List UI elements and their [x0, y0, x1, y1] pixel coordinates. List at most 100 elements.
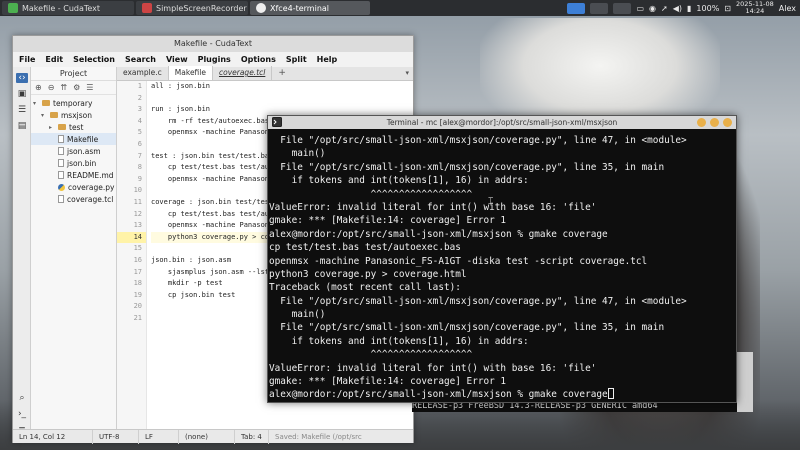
workspace-2-button[interactable] — [590, 2, 609, 14]
tree-item[interactable]: json.bin — [31, 157, 116, 169]
code-line[interactable] — [151, 93, 413, 105]
line-number: 7 — [137, 151, 142, 160]
task-cudatext[interactable]: Makefile - CudaText — [2, 1, 134, 15]
terminal-output[interactable]: File "/opt/src/small-json-xml/msxjson/co… — [268, 129, 736, 402]
battery-icon[interactable]: ▮ — [687, 4, 691, 13]
menu-bar: File Edit Selection Search View Plugins … — [13, 52, 413, 67]
terminal-line: main() — [269, 148, 326, 160]
updates-icon[interactable]: ⊡ — [724, 4, 731, 13]
file-icon — [58, 195, 64, 203]
status-lexer[interactable]: (none) — [179, 429, 235, 444]
tree-item[interactable]: README.md — [31, 169, 116, 181]
tab-example-c[interactable]: example.c — [117, 66, 169, 80]
tree-item[interactable]: json.asm — [31, 145, 116, 157]
tree-item[interactable]: ▾ temporary — [31, 97, 116, 109]
project-panel: Project ⊕ ⊖ ⇈ ⚙ ☰ ▾ temporary ▾ msxjson … — [31, 67, 117, 431]
menu-selection[interactable]: Selection — [73, 55, 115, 64]
tree-item-label: coverage.tcl — [67, 194, 114, 204]
line-number: 11 — [133, 197, 142, 206]
folder-icon[interactable]: ▤ — [16, 121, 28, 131]
project-icon[interactable]: ▣ — [16, 89, 28, 99]
line-number: 16 — [133, 255, 142, 264]
console-icon[interactable]: ›_ — [16, 409, 28, 419]
tab-label: example.c — [123, 68, 162, 77]
file-icon — [58, 147, 64, 155]
line-number: 9 — [137, 174, 142, 183]
menu-edit[interactable]: Edit — [45, 55, 63, 64]
line-number: 21 — [133, 313, 142, 322]
terminal-title: Terminal - mc [alex@mordor]:/opt/src/sma… — [386, 118, 618, 127]
tree-item[interactable]: ▸ test — [31, 121, 116, 133]
new-tab-button[interactable]: + — [278, 67, 286, 80]
tab-coverage-tcl[interactable]: coverage.tcl — [213, 66, 273, 80]
chevron-right-icon[interactable]: ▸ — [49, 124, 55, 131]
python-file-icon — [58, 183, 65, 191]
tree-item[interactable]: coverage.tcl — [31, 193, 116, 205]
menu-help[interactable]: Help — [317, 55, 338, 64]
chevron-down-icon[interactable]: ▾ — [33, 100, 39, 107]
menu-icon[interactable]: ☰ — [86, 83, 93, 92]
line-number: 20 — [133, 302, 142, 311]
add-file-icon[interactable]: ⊕ — [35, 83, 42, 92]
remove-icon[interactable]: ⊖ — [48, 83, 55, 92]
folder-icon — [42, 100, 50, 106]
menu-search[interactable]: Search — [125, 55, 156, 64]
mouse-cursor-icon: ⌶ — [488, 197, 494, 207]
terminal-line: gmake: *** [Makefile:14: coverage] Error… — [269, 215, 507, 227]
terminal-line: ^^^^^^^^^^^^^^^^^^ — [269, 188, 473, 200]
tree-item-label: test — [69, 122, 84, 132]
chevron-down-icon[interactable]: ▾ — [41, 112, 47, 119]
tree-item-label: json.bin — [67, 158, 97, 168]
menu-split[interactable]: Split — [286, 55, 307, 64]
menu-view[interactable]: View — [166, 55, 188, 64]
project-tree: ▾ temporary ▾ msxjson ▸ test Makefile js… — [31, 95, 116, 205]
search-icon[interactable]: ⌕ — [16, 393, 28, 403]
workspace-3-button[interactable] — [613, 2, 632, 14]
code-line[interactable]: all : json.bin — [151, 81, 413, 93]
collapse-icon[interactable]: ⇈ — [60, 83, 67, 92]
camera-icon[interactable]: ◉ — [649, 4, 656, 13]
tree-item[interactable]: Makefile — [31, 133, 116, 145]
tree-item-label: Makefile — [67, 134, 99, 144]
tree-item[interactable]: coverage.py — [31, 181, 116, 193]
menu-file[interactable]: File — [19, 55, 35, 64]
menu-plugins[interactable]: Plugins — [198, 55, 231, 64]
notification-icon[interactable]: ➚ — [661, 4, 668, 13]
status-tab-size[interactable]: Tab: 4 — [235, 429, 269, 444]
minimize-button[interactable] — [697, 118, 706, 127]
line-number: 17 — [133, 267, 142, 276]
tabs-menu-icon[interactable]: ▾ — [405, 67, 409, 80]
clock[interactable]: 2025-11-08 14:24 — [736, 1, 774, 15]
tree-item-label: coverage.py — [68, 182, 115, 192]
line-gutter: 1 2 3 4 5 6 7 8 9 10 11 12 13 14 15 16 17 18 19 20 21 — [117, 81, 147, 431]
status-encoding[interactable]: UTF-8 — [93, 429, 139, 444]
workspace-1-button[interactable] — [567, 2, 586, 14]
task-label: Xfce4-terminal — [270, 3, 330, 13]
folder-icon — [50, 112, 58, 118]
tabs-list-icon[interactable]: ☰ — [16, 105, 28, 115]
tree-item[interactable]: ▾ msxjson — [31, 109, 116, 121]
settings-icon[interactable]: ⚙ — [73, 83, 80, 92]
mc-window-edge — [737, 352, 753, 412]
user-menu[interactable]: Alex — [779, 4, 796, 13]
task-screenrecorder[interactable]: SimpleScreenRecorder — [136, 1, 248, 15]
code-tree-icon[interactable]: ‹› — [16, 73, 28, 83]
maximize-button[interactable] — [710, 118, 719, 127]
terminal-app-icon — [272, 117, 282, 127]
status-line-ending[interactable]: LF — [139, 429, 179, 444]
task-terminal[interactable]: Xfce4-terminal — [250, 1, 370, 15]
line-number: 8 — [137, 163, 142, 172]
menu-options[interactable]: Options — [241, 55, 276, 64]
line-number: 19 — [133, 290, 142, 299]
terminal-line: alex@mordor:/opt/src/small-json-xml/msxj… — [269, 228, 608, 240]
tab-makefile[interactable]: Makefile — [168, 66, 213, 80]
status-position[interactable]: Ln 14, Col 12 — [13, 429, 93, 444]
line-number: 18 — [133, 279, 142, 288]
terminal-prompt-line[interactable]: alex@mordor:/opt/src/small-json-xml/msxj… — [269, 388, 735, 401]
terminal-line: File "/opt/src/small-json-xml/msxjson/co… — [269, 295, 687, 307]
terminal-line: ValueError: invalid literal for int() wi… — [269, 362, 597, 374]
volume-icon[interactable]: ◀) — [673, 4, 682, 13]
recorder-icon — [142, 3, 152, 13]
close-button[interactable] — [723, 118, 732, 127]
display-icon[interactable]: ▭ — [636, 4, 644, 13]
